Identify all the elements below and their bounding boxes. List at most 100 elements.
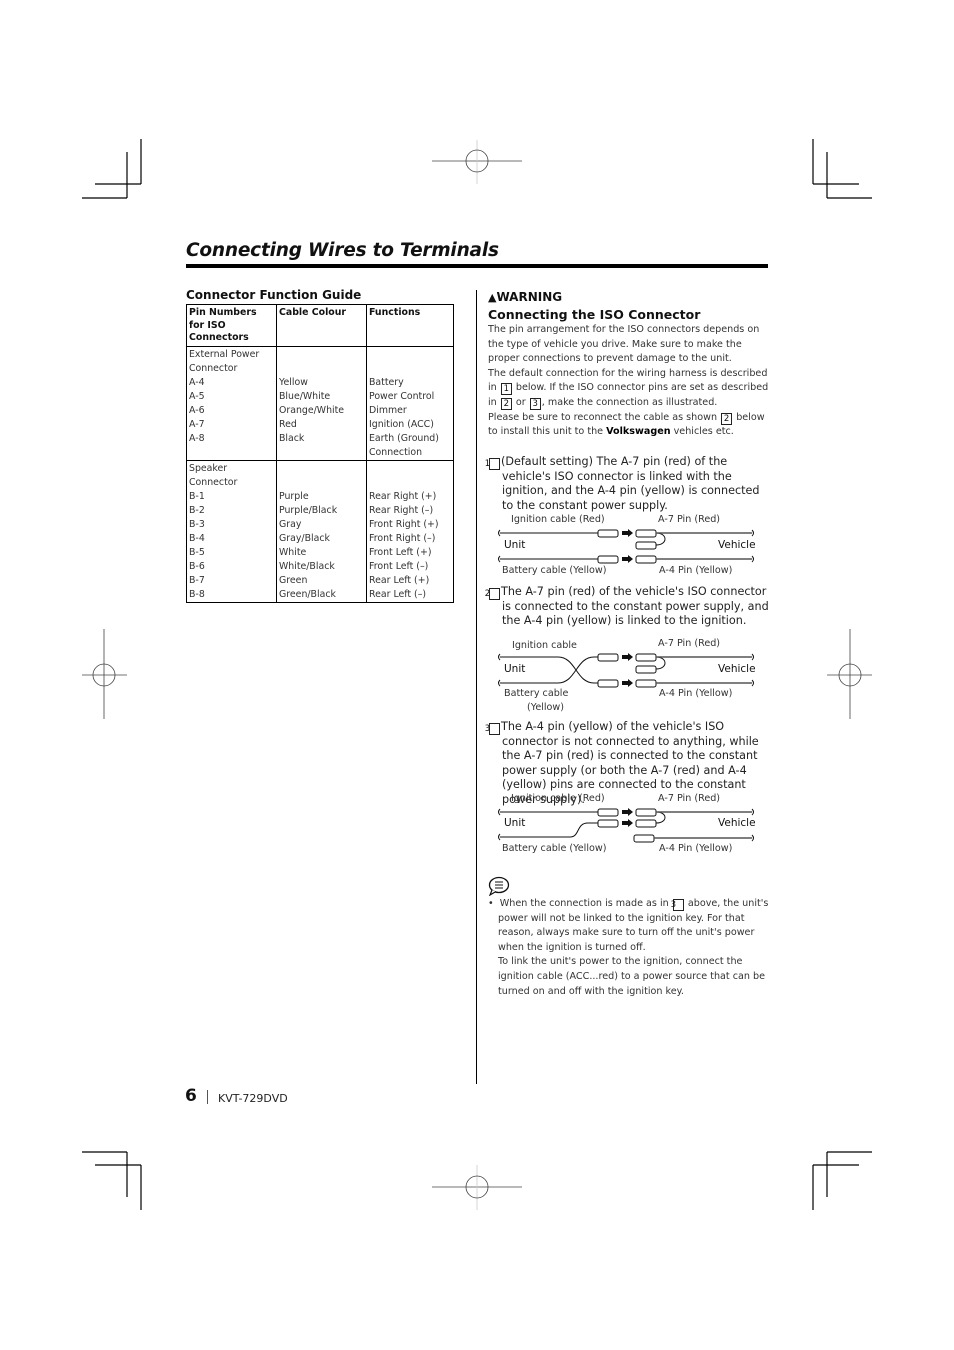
function-value: Ignition (ACC) xyxy=(369,418,434,430)
colour-cell: Purple Purple/Black Gray Gray/Black White Whi… xyxy=(276,459,367,603)
step-ref-2: 2 xyxy=(500,397,512,410)
wiring-diagram-1: Ignition cable (Red) A-7 Pin (Red) Unit … xyxy=(488,512,770,584)
battery-wire-raised xyxy=(500,822,598,838)
colour-value: Blue/White xyxy=(279,390,331,402)
guide-heading: Connector Function Guide xyxy=(186,288,362,302)
crop-mark-top-left xyxy=(82,139,142,199)
table-header-row: Pin Numbers for ISO Connectors Cable Col… xyxy=(186,304,454,347)
registration-mark-top xyxy=(432,140,522,184)
connector-function-table: Pin Numbers for ISO Connectors Cable Col… xyxy=(186,304,454,603)
colour-value: Purple xyxy=(279,490,309,502)
step-ref-2: 2 xyxy=(721,412,733,425)
title-rule xyxy=(186,264,768,268)
pin-value: A-4 xyxy=(189,376,205,388)
arrow-icon xyxy=(622,819,633,827)
page-title: Connecting Wires to Terminals xyxy=(186,240,499,261)
arrow-icon xyxy=(622,653,633,661)
warning-heading: Connecting the ISO Connector xyxy=(488,307,701,322)
unit-plug-top xyxy=(597,529,619,538)
crop-mark-bottom-left xyxy=(82,1151,142,1210)
footer-separator xyxy=(207,1090,208,1104)
step-ref-3: 3 xyxy=(671,899,684,911)
colour-value: White/Black xyxy=(279,560,335,572)
function-cell: Battery Power Control Dimmer Ignition (ACC)… xyxy=(366,345,454,461)
group-name: Speaker Connector xyxy=(189,462,238,488)
warning-paragraph: The default connection for the wiring ha… xyxy=(488,367,769,410)
colour-value: Green xyxy=(279,574,308,586)
pin-value: A-5 xyxy=(189,390,205,402)
table-group-row: Speaker Connector B-1 B-2 B-3 B-4 B-5 B-6 B-7 B-… xyxy=(186,459,454,603)
pin-value: B-2 xyxy=(189,504,205,516)
wiring-diagram-1-lines xyxy=(498,529,754,564)
note-paragraph: To link the unit's power to the ignition… xyxy=(498,956,766,997)
group-name: External Power Connector xyxy=(189,348,260,374)
function-value: Front Left (+) xyxy=(369,546,432,558)
arrow-icon xyxy=(622,679,633,687)
colour-value: Red xyxy=(279,418,297,430)
pin-value: A-8 xyxy=(189,432,205,444)
step-number-2: 2 xyxy=(485,588,500,600)
pin-value: A-7 xyxy=(189,418,205,430)
warning-label: ▲WARNING xyxy=(488,290,563,304)
column-header-colour: Cable Colour xyxy=(276,304,367,347)
note-bullet: • When the connection is made as in 3 ab… xyxy=(488,898,769,953)
function-value: Rear Left (+) xyxy=(369,574,430,586)
registration-mark-right xyxy=(827,629,872,719)
function-value: Battery xyxy=(369,376,404,388)
unit-plug-bottom xyxy=(597,555,619,564)
arrow-icon xyxy=(622,555,633,563)
function-value: Dimmer xyxy=(369,404,407,416)
colour-cell: Yellow Blue/White Orange/White Red Black xyxy=(276,345,367,461)
function-value: Front Right (–) xyxy=(369,532,436,544)
wiring-diagram-2-lines xyxy=(498,653,754,688)
a4-unconnected-plug xyxy=(633,834,655,843)
colour-value: Gray/Black xyxy=(279,532,330,544)
pin-value: B-3 xyxy=(189,518,205,530)
model-name: KVT-729DVD xyxy=(218,1092,288,1105)
pin-value: B-5 xyxy=(189,546,205,558)
colour-value: Gray xyxy=(279,518,302,530)
pin-cell: Speaker Connector B-1 B-2 B-3 B-4 B-5 B-6 B-7 B-… xyxy=(186,459,277,603)
warning-paragraph: Please be sure to reconnect the cable as… xyxy=(488,411,765,438)
warning-body: The pin arrangement for the ISO connecto… xyxy=(488,323,770,440)
function-value: Rear Right (+) xyxy=(369,490,437,502)
pin-value: B-7 xyxy=(189,574,205,586)
colour-value: Yellow xyxy=(279,376,308,388)
colour-value: Green/Black xyxy=(279,588,336,600)
pin-value: A-6 xyxy=(189,404,205,416)
step-number-1: 1 xyxy=(485,458,500,470)
colour-value: Purple/Black xyxy=(279,504,338,516)
wiring-diagram-2: Ignition cable A-7 Pin (Red) Unit Vehicl… xyxy=(488,636,770,716)
arrow-icon xyxy=(622,808,633,816)
wiring-diagram-3: Ignition cable (Red) A-7 Pin (Red) Unit … xyxy=(488,791,770,863)
vehicle-plug-bottom xyxy=(635,555,657,564)
colour-value: Orange/White xyxy=(279,404,345,416)
step-1: 1 (Default setting) The A-7 pin (red) of … xyxy=(484,455,760,512)
colour-value: White xyxy=(279,546,307,558)
function-value: Front Left (–) xyxy=(369,560,429,572)
step-ref-3: 3 xyxy=(529,397,541,410)
wiring-diagram-3-lines xyxy=(498,808,754,843)
note-body: • When the connection is made as in 3 ab… xyxy=(488,897,770,999)
registration-mark-bottom xyxy=(432,1165,522,1210)
pin-value: B-8 xyxy=(189,588,205,600)
pin-value: B-1 xyxy=(189,490,205,502)
step-2: 2 The A-7 pin (red) of the vehicle's ISO … xyxy=(484,585,769,628)
column-divider xyxy=(476,290,477,1084)
pin-value: B-6 xyxy=(189,560,205,572)
step-number-3: 3 xyxy=(485,723,500,735)
crop-mark-bottom-right xyxy=(812,1151,872,1210)
pin-cell: External Power Connector A-4 A-5 A-6 A-7 A-8 xyxy=(186,345,277,461)
column-header-function: Functions xyxy=(366,304,454,347)
function-value: Power Control xyxy=(369,390,435,402)
colour-value: Black xyxy=(279,432,305,444)
function-cell: Rear Right (+) Rear Right (–) Front Right … xyxy=(366,459,454,603)
column-header-pin: Pin Numbers for ISO Connectors xyxy=(186,304,277,347)
vehicle-plug-top xyxy=(635,529,657,538)
table-group-row: External Power Connector A-4 A-5 A-6 A-7 A-8 Y… xyxy=(186,345,454,461)
warning-paragraph: The pin arrangement for the ISO connecto… xyxy=(488,324,760,365)
pin-value: B-4 xyxy=(189,532,205,544)
arrow-icon xyxy=(622,529,633,537)
crop-mark-top-right xyxy=(812,139,872,199)
step-ref-1: 1 xyxy=(500,383,512,396)
